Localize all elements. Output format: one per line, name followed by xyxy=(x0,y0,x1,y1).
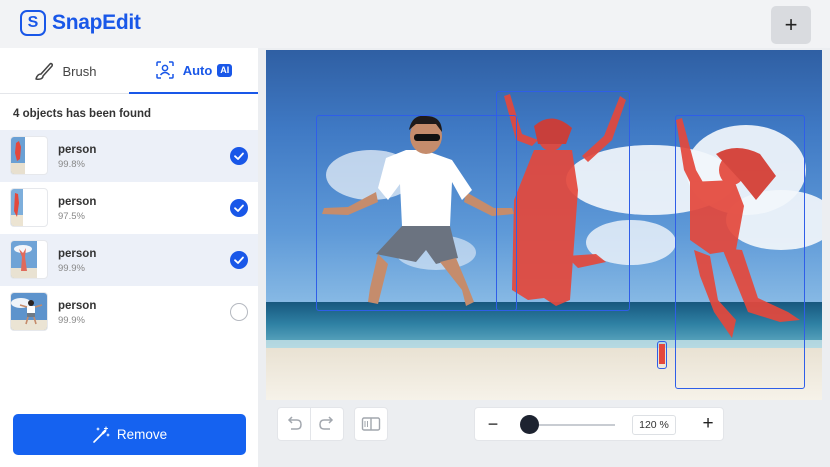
object-thumbnail xyxy=(10,188,48,227)
zoom-level-input[interactable]: 120 % xyxy=(632,415,676,435)
auto-detect-icon xyxy=(155,60,175,80)
object-label: person xyxy=(58,196,97,208)
app-name: SnapEdit xyxy=(52,11,141,34)
object-row[interactable]: person 99.9% xyxy=(0,234,258,286)
compare-icon xyxy=(361,417,381,431)
sidebar: Brush Auto AI 4 objects has been found p… xyxy=(0,48,258,467)
object-score: 99.9% xyxy=(58,315,85,326)
bounding-box[interactable] xyxy=(496,91,630,311)
bounding-box[interactable] xyxy=(657,341,667,369)
checkmark-icon xyxy=(234,204,244,212)
tab-bar: Brush Auto AI xyxy=(0,48,258,94)
magic-wand-icon xyxy=(92,425,110,444)
zoom-in-button[interactable]: + xyxy=(699,414,717,434)
object-score: 97.5% xyxy=(58,211,85,222)
checkmark-icon xyxy=(234,152,244,160)
tab-auto-label: Auto xyxy=(182,62,213,78)
object-score: 99.9% xyxy=(58,263,85,274)
ai-badge: AI xyxy=(217,63,233,77)
logo-mark-icon: S xyxy=(20,10,46,36)
object-thumbnail xyxy=(10,136,48,175)
undo-icon xyxy=(287,416,302,430)
object-checkbox[interactable] xyxy=(230,147,248,165)
image-canvas[interactable] xyxy=(266,50,822,400)
undo-button[interactable] xyxy=(277,407,311,441)
header: S SnapEdit + xyxy=(0,0,830,48)
bounding-box[interactable] xyxy=(675,115,805,389)
objects-found-text: 4 objects has been found xyxy=(13,108,152,120)
tab-brush-label: Brush xyxy=(62,63,97,79)
object-thumbnail xyxy=(10,240,48,279)
remove-label: Remove xyxy=(116,427,168,442)
object-label: person xyxy=(58,300,97,312)
zoom-out-button[interactable]: − xyxy=(485,414,501,434)
add-image-button[interactable]: + xyxy=(771,6,811,44)
redo-icon xyxy=(319,416,334,430)
object-label: person xyxy=(58,144,97,156)
app-window: S SnapEdit + Brush Auto AI 4 objects has… xyxy=(0,0,830,467)
remove-button[interactable]: Remove xyxy=(13,414,246,455)
object-checkbox[interactable] xyxy=(230,199,248,217)
object-list: person 99.8% person 97.5% person 99.9% p… xyxy=(0,130,258,338)
object-score: 99.8% xyxy=(58,159,85,170)
logo[interactable]: S SnapEdit xyxy=(20,10,141,36)
tab-auto[interactable]: Auto AI xyxy=(129,48,258,94)
object-checkbox[interactable] xyxy=(230,303,248,321)
object-thumbnail xyxy=(10,292,48,331)
zoom-controls: − 120 % + xyxy=(474,407,724,441)
object-row[interactable]: person 99.8% xyxy=(0,130,258,182)
checkmark-icon xyxy=(234,256,244,264)
bounding-box[interactable] xyxy=(316,115,517,311)
object-label: person xyxy=(58,248,97,260)
brush-icon xyxy=(33,61,55,81)
compare-button[interactable] xyxy=(354,407,388,441)
redo-button[interactable] xyxy=(310,407,344,441)
zoom-slider-handle[interactable] xyxy=(520,415,539,434)
tab-brush[interactable]: Brush xyxy=(0,48,129,94)
object-row[interactable]: person 97.5% xyxy=(0,182,258,234)
object-checkbox[interactable] xyxy=(230,251,248,269)
object-row[interactable]: person 99.9% xyxy=(0,286,258,338)
